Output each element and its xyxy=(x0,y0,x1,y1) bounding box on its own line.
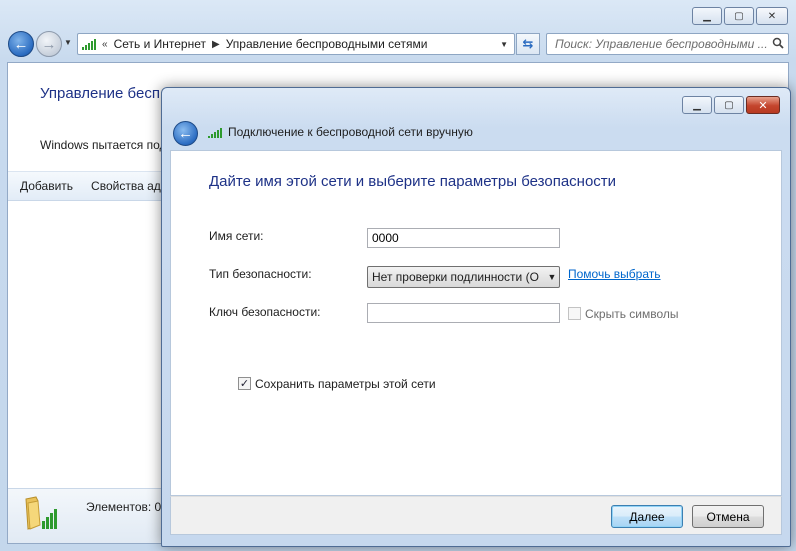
search-input[interactable]: Поиск: Управление беспроводными ... xyxy=(546,33,789,55)
dialog-footer: Далее Отмена xyxy=(170,496,782,535)
security-key-label: Ключ безопасности: xyxy=(209,305,321,319)
dialog-maximize-button[interactable]: ▢ xyxy=(714,96,744,114)
refresh-button[interactable]: ⇆ xyxy=(516,33,540,55)
wireless-signal-icon xyxy=(208,126,222,138)
address-dropdown-icon[interactable]: ▼ xyxy=(500,40,508,49)
back-arrow-icon: ← xyxy=(178,125,193,142)
dialog-body: Дайте имя этой сети и выберите параметры… xyxy=(170,150,782,496)
dialog-caption-buttons: ▁ ▢ ✕ xyxy=(682,96,780,114)
manual-connect-dialog: ▁ ▢ ✕ ← Подключение к беспроводной сети … xyxy=(161,87,791,547)
add-button[interactable]: Добавить xyxy=(20,179,73,193)
wireless-signal-icon xyxy=(82,38,96,50)
security-type-select[interactable]: Нет проверки подлинности (О ▼ xyxy=(367,266,560,288)
explorer-caption-buttons: ▁ ▢ ✕ xyxy=(692,7,788,25)
security-type-label: Тип безопасности: xyxy=(209,267,312,281)
maximize-icon: ▢ xyxy=(734,10,744,22)
breadcrumb-overflow-icon[interactable]: « xyxy=(102,39,108,50)
close-icon: ✕ xyxy=(758,99,768,112)
next-button[interactable]: Далее xyxy=(611,505,683,528)
explorer-maximize-button[interactable]: ▢ xyxy=(724,7,754,25)
dialog-title: Подключение к беспроводной сети вручную xyxy=(208,125,473,139)
items-count: Элементов: 0 xyxy=(86,500,162,514)
dialog-title-text: Подключение к беспроводной сети вручную xyxy=(228,125,473,139)
breadcrumb-separator-icon[interactable]: ▶ xyxy=(212,39,220,50)
network-name-input[interactable] xyxy=(367,228,560,248)
save-settings-label: Сохранить параметры этой сети xyxy=(255,377,436,391)
explorer-close-button[interactable]: ✕ xyxy=(756,7,788,25)
search-placeholder: Поиск: Управление беспроводными ... xyxy=(555,37,768,51)
main-instruction: Дайте имя этой сети и выберите параметры… xyxy=(209,173,617,190)
page-title: Управление бесп xyxy=(40,85,160,102)
recent-pages-dropdown[interactable]: ▼ xyxy=(64,38,72,47)
maximize-icon: ▢ xyxy=(724,99,734,111)
search-icon[interactable] xyxy=(768,37,788,52)
address-bar[interactable]: « Сеть и Интернет ▶ Управление беспровод… xyxy=(77,33,515,55)
breadcrumb-item[interactable]: Сеть и Интернет xyxy=(114,37,206,51)
dialog-back-button[interactable]: ← xyxy=(173,121,198,146)
checkmark-icon: ✓ xyxy=(239,378,250,390)
back-arrow-icon: ← xyxy=(13,35,29,53)
hide-characters-checkbox[interactable] xyxy=(568,307,581,320)
security-key-input[interactable] xyxy=(367,303,560,323)
refresh-icon: ⇆ xyxy=(522,36,534,51)
cancel-button[interactable]: Отмена xyxy=(692,505,764,528)
chevron-down-icon: ▼ xyxy=(547,272,557,282)
security-type-value: Нет проверки подлинности (О xyxy=(372,270,539,284)
save-settings-checkbox[interactable]: ✓ xyxy=(238,377,251,390)
page-description: Windows пытается под xyxy=(40,138,167,152)
breadcrumb-item[interactable]: Управление беспроводными сетями xyxy=(226,37,428,51)
explorer-forward-button[interactable]: → xyxy=(36,31,62,57)
dialog-minimize-button[interactable]: ▁ xyxy=(682,96,712,114)
minimize-icon: ▁ xyxy=(693,99,701,111)
minimize-icon: ▁ xyxy=(703,10,711,22)
help-choose-link[interactable]: Помочь выбрать xyxy=(568,267,661,281)
dialog-close-button[interactable]: ✕ xyxy=(746,96,780,114)
explorer-back-button[interactable]: ← xyxy=(8,31,34,57)
explorer-minimize-button[interactable]: ▁ xyxy=(692,7,722,25)
close-icon: ✕ xyxy=(767,10,777,22)
hide-characters-label: Скрыть символы xyxy=(585,307,679,321)
network-name-label: Имя сети: xyxy=(209,229,264,243)
adapter-properties-button[interactable]: Свойства ада xyxy=(91,179,167,193)
forward-arrow-icon: → xyxy=(41,35,57,53)
network-folder-icon xyxy=(24,495,62,533)
